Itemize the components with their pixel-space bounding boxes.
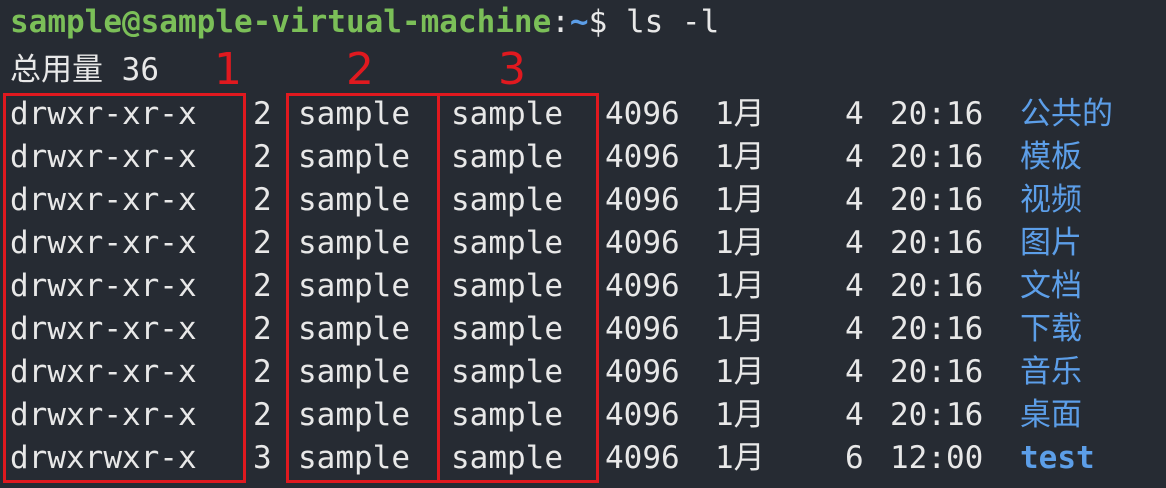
link-count-cell: 2 bbox=[253, 96, 272, 132]
link-count-cell: 2 bbox=[253, 225, 272, 261]
prompt-separator: : bbox=[551, 4, 570, 40]
day-cell: 4 bbox=[845, 311, 864, 347]
link-count-cell: 2 bbox=[253, 182, 272, 218]
size-cell: 4096 bbox=[605, 182, 680, 218]
prompt-symbol: $ bbox=[588, 4, 608, 40]
time-cell: 20:16 bbox=[890, 311, 984, 347]
day-cell: 4 bbox=[845, 96, 864, 132]
name-cell: 桌面 bbox=[1020, 397, 1082, 433]
link-count-cell: 2 bbox=[253, 268, 272, 304]
day-cell: 6 bbox=[845, 440, 864, 476]
annotation-box-3 bbox=[437, 93, 599, 483]
day-cell: 4 bbox=[845, 268, 864, 304]
name-cell: 音乐 bbox=[1020, 354, 1082, 390]
annotation-box-2 bbox=[286, 93, 440, 483]
month-cell: 1月 bbox=[715, 225, 765, 261]
command-text: ls -l bbox=[625, 4, 720, 40]
month-cell: 1月 bbox=[715, 354, 765, 390]
time-cell: 20:16 bbox=[890, 182, 984, 218]
prompt-path: ~ bbox=[569, 4, 589, 40]
link-count-cell: 2 bbox=[253, 139, 272, 175]
link-count-cell: 2 bbox=[253, 311, 272, 347]
link-count-cell: 3 bbox=[253, 440, 272, 476]
name-cell: 公共的 bbox=[1020, 96, 1113, 132]
prompt-line: sample@sample-virtual-machine:~$ ls -l bbox=[10, 4, 719, 44]
total-line: 总用量 36 bbox=[10, 52, 159, 92]
name-cell: 图片 bbox=[1020, 225, 1082, 261]
terminal-window[interactable]: sample@sample-virtual-machine:~$ ls -l 总… bbox=[0, 0, 1166, 488]
size-cell: 4096 bbox=[605, 225, 680, 261]
time-cell: 20:16 bbox=[890, 268, 984, 304]
name-cell: 下载 bbox=[1020, 311, 1082, 347]
prompt-user-host: sample@sample-virtual-machine bbox=[10, 4, 552, 40]
annotation-label-3: 3 bbox=[498, 44, 526, 95]
time-cell: 20:16 bbox=[890, 354, 984, 390]
time-cell: 20:16 bbox=[890, 397, 984, 433]
time-cell: 20:16 bbox=[890, 225, 984, 261]
size-cell: 4096 bbox=[605, 268, 680, 304]
size-cell: 4096 bbox=[605, 354, 680, 390]
time-cell: 12:00 bbox=[890, 440, 984, 476]
annotation-box-1 bbox=[3, 93, 246, 483]
day-cell: 4 bbox=[845, 354, 864, 390]
name-cell: test bbox=[1020, 440, 1095, 476]
month-cell: 1月 bbox=[715, 96, 765, 132]
link-count-cell: 2 bbox=[253, 354, 272, 390]
total-label: 总用量 bbox=[10, 52, 103, 88]
month-cell: 1月 bbox=[715, 440, 765, 476]
month-cell: 1月 bbox=[715, 397, 765, 433]
day-cell: 4 bbox=[845, 182, 864, 218]
size-cell: 4096 bbox=[605, 139, 680, 175]
day-cell: 4 bbox=[845, 397, 864, 433]
day-cell: 4 bbox=[845, 139, 864, 175]
name-cell: 模板 bbox=[1020, 139, 1082, 175]
annotation-label-2: 2 bbox=[346, 44, 374, 95]
name-cell: 文档 bbox=[1020, 268, 1082, 304]
size-cell: 4096 bbox=[605, 96, 680, 132]
total-value: 36 bbox=[121, 52, 159, 88]
month-cell: 1月 bbox=[715, 182, 765, 218]
time-cell: 20:16 bbox=[890, 96, 984, 132]
month-cell: 1月 bbox=[715, 139, 765, 175]
link-count-cell: 2 bbox=[253, 397, 272, 433]
size-cell: 4096 bbox=[605, 311, 680, 347]
size-cell: 4096 bbox=[605, 440, 680, 476]
annotation-label-1: 1 bbox=[214, 44, 242, 95]
day-cell: 4 bbox=[845, 225, 864, 261]
month-cell: 1月 bbox=[715, 268, 765, 304]
month-cell: 1月 bbox=[715, 311, 765, 347]
time-cell: 20:16 bbox=[890, 139, 984, 175]
name-cell: 视频 bbox=[1020, 182, 1082, 218]
size-cell: 4096 bbox=[605, 397, 680, 433]
